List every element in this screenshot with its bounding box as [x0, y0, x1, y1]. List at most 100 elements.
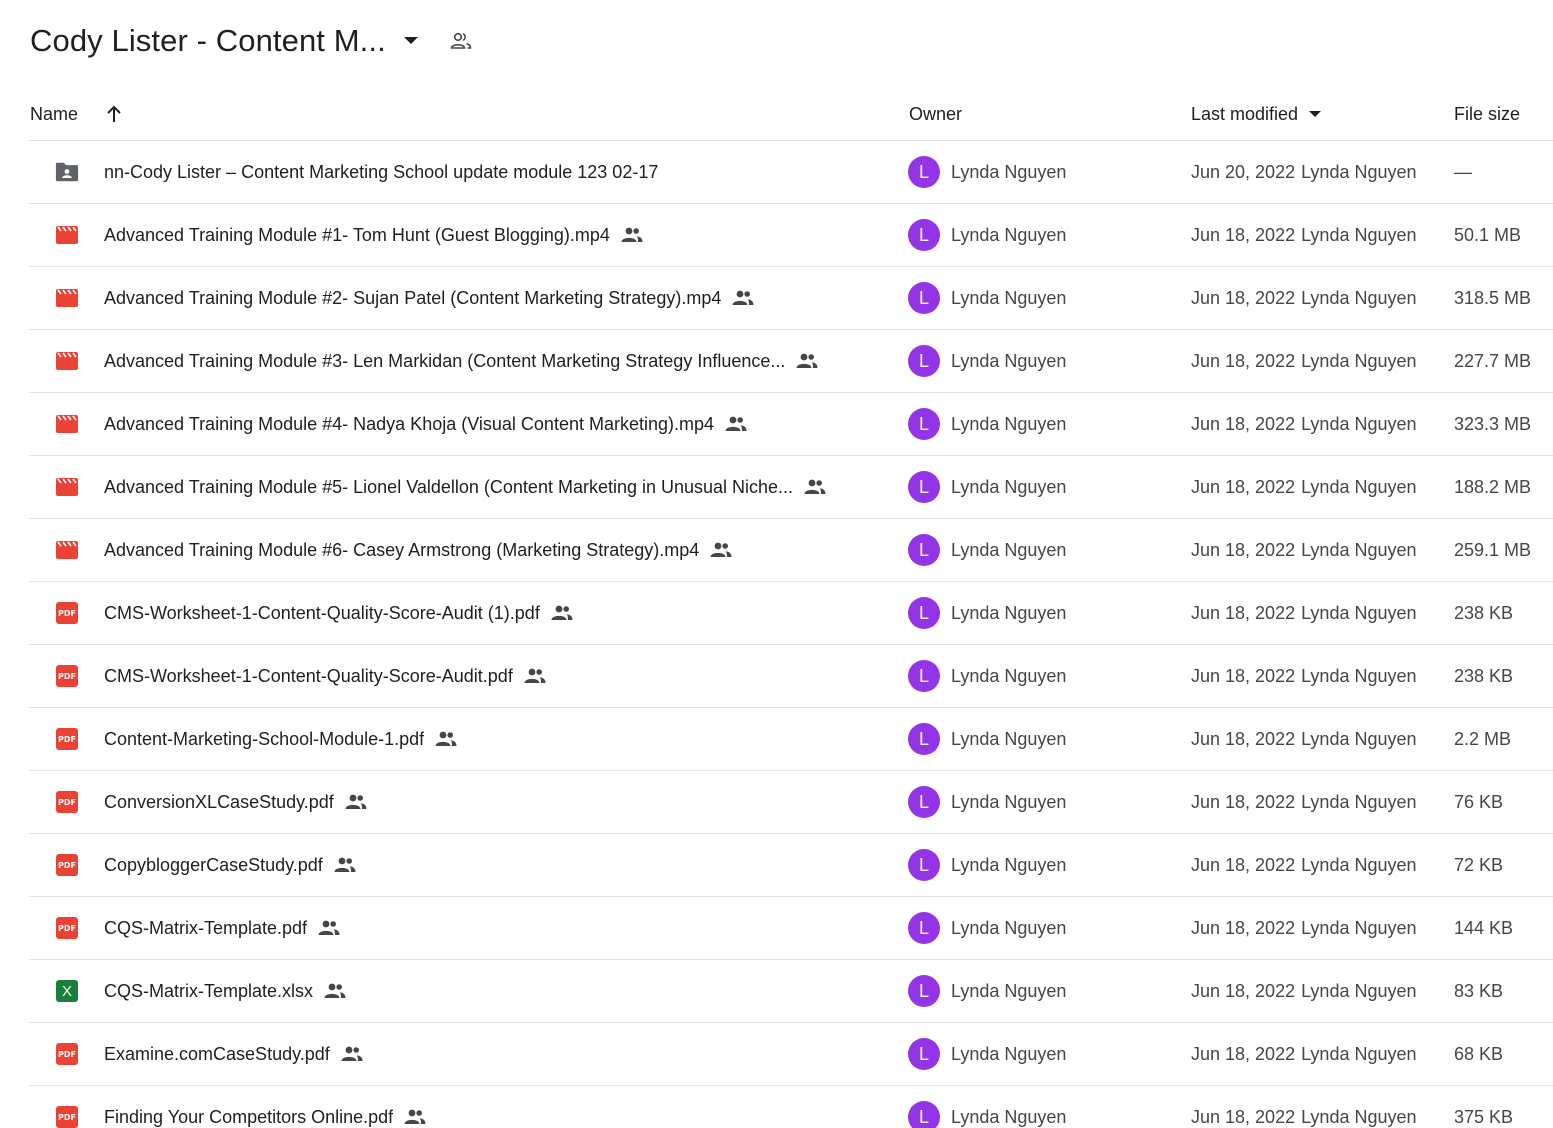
last-modified-cell: Jun 18, 2022 Lynda Nguyen: [1191, 834, 1417, 896]
file-row[interactable]: nn-Cody Lister – Content Marketing Schoo…: [29, 141, 1553, 204]
modified-date: Jun 18, 2022: [1191, 476, 1296, 497]
file-name-cell[interactable]: Examine.comCaseStudy.pdf: [104, 1023, 363, 1085]
pdf-file-icon: PDF: [55, 728, 79, 750]
avatar[interactable]: L: [908, 345, 940, 377]
spreadsheet-file-icon: X: [55, 980, 79, 1002]
file-size-cell: 238 KB: [1454, 645, 1513, 707]
avatar[interactable]: L: [908, 282, 940, 314]
owner-name: Lynda Nguyen: [951, 287, 1067, 308]
file-row[interactable]: PDF Examine.comCaseStudy.pdf L Lynda Nguyen…: [29, 1023, 1553, 1086]
pdf-label: PDF: [56, 1043, 78, 1065]
file-name-cell[interactable]: Advanced Training Module #5- Lionel Vald…: [104, 456, 826, 518]
file-name[interactable]: Advanced Training Module #5- Lionel Vald…: [104, 477, 793, 498]
file-name[interactable]: nn-Cody Lister – Content Marketing Schoo…: [104, 162, 658, 183]
file-row[interactable]: PDF Finding Your Competitors Online.pdf L L…: [29, 1086, 1553, 1128]
file-size-column-header[interactable]: File size: [1454, 96, 1520, 132]
modified-by: Lynda Nguyen: [1301, 476, 1417, 497]
modified-date: Jun 18, 2022: [1191, 665, 1296, 686]
file-name-cell[interactable]: Finding Your Competitors Online.pdf: [104, 1086, 426, 1128]
arrow-up-icon[interactable]: [106, 105, 122, 123]
file-size: 76 KB: [1454, 791, 1504, 812]
file-row[interactable]: PDF CQS-Matrix-Template.pdf L Lynda Nguyen J…: [29, 897, 1553, 960]
caret-down-icon[interactable]: [1304, 109, 1326, 119]
file-row[interactable]: Advanced Training Module #2- Sujan Patel…: [29, 267, 1553, 330]
file-row[interactable]: PDF CMS-Worksheet-1-Content-Quality-Score…: [29, 582, 1553, 645]
file-name-cell[interactable]: CQS-Matrix-Template.pdf: [104, 897, 340, 959]
avatar[interactable]: L: [908, 219, 940, 251]
video-file-icon: [55, 287, 79, 309]
file-name-cell[interactable]: CopybloggerCaseStudy.pdf: [104, 834, 356, 896]
avatar[interactable]: L: [908, 1038, 940, 1070]
file-row[interactable]: PDF CMS-Worksheet-1-Content-Quality-Score…: [29, 645, 1553, 708]
pdf-file-icon: PDF: [55, 791, 79, 813]
file-size-cell: 50.1 MB: [1454, 204, 1521, 266]
name-column-header[interactable]: Name: [30, 96, 122, 132]
file-name[interactable]: ConversionXLCaseStudy.pdf: [104, 792, 334, 813]
owner-column-header[interactable]: Owner: [909, 96, 962, 132]
file-size: 259.1 MB: [1454, 539, 1532, 560]
avatar[interactable]: L: [908, 156, 940, 188]
avatar[interactable]: L: [908, 660, 940, 692]
avatar[interactable]: L: [908, 408, 940, 440]
shared-people-icon: [725, 415, 747, 433]
shared-people-icon: [732, 289, 754, 307]
file-row[interactable]: Advanced Training Module #4- Nadya Khoja…: [29, 393, 1553, 456]
file-name[interactable]: CMS-Worksheet-1-Content-Quality-Score-Au…: [104, 666, 513, 687]
file-name[interactable]: CQS-Matrix-Template.pdf: [104, 918, 307, 939]
last-modified-column-header[interactable]: Last modified: [1191, 96, 1326, 132]
owner-name: Lynda Nguyen: [951, 413, 1067, 434]
avatar[interactable]: L: [908, 849, 940, 881]
avatar[interactable]: L: [908, 912, 940, 944]
avatar[interactable]: L: [908, 597, 940, 629]
file-name[interactable]: CQS-Matrix-Template.xlsx: [104, 981, 313, 1002]
file-name-cell[interactable]: Advanced Training Module #4- Nadya Khoja…: [104, 393, 747, 455]
last-modified-cell: Jun 18, 2022 Lynda Nguyen: [1191, 645, 1417, 707]
last-modified-cell: Jun 18, 2022 Lynda Nguyen: [1191, 897, 1417, 959]
file-name-cell[interactable]: Advanced Training Module #6- Casey Armst…: [104, 519, 732, 581]
file-name-cell[interactable]: Advanced Training Module #1- Tom Hunt (G…: [104, 204, 643, 266]
file-name-cell[interactable]: Advanced Training Module #2- Sujan Patel…: [104, 267, 754, 329]
pdf-file-icon: PDF: [55, 665, 79, 687]
file-name[interactable]: Advanced Training Module #2- Sujan Patel…: [104, 288, 721, 309]
file-name[interactable]: Finding Your Competitors Online.pdf: [104, 1107, 393, 1128]
file-list: nn-Cody Lister – Content Marketing Schoo…: [29, 140, 1553, 1128]
file-name[interactable]: Advanced Training Module #1- Tom Hunt (G…: [104, 225, 610, 246]
file-size-cell: 227.7 MB: [1454, 330, 1531, 392]
owner-cell: L Lynda Nguyen: [908, 393, 1066, 455]
file-name[interactable]: Advanced Training Module #6- Casey Armst…: [104, 540, 699, 561]
folder-title[interactable]: Cody Lister - Content M...: [30, 23, 386, 59]
avatar[interactable]: L: [908, 534, 940, 566]
modified-date: Jun 18, 2022: [1191, 980, 1296, 1001]
file-name-cell[interactable]: ConversionXLCaseStudy.pdf: [104, 771, 367, 833]
file-row[interactable]: Advanced Training Module #5- Lionel Vald…: [29, 456, 1553, 519]
file-name[interactable]: CMS-Worksheet-1-Content-Quality-Score-Au…: [104, 603, 540, 624]
file-name[interactable]: Advanced Training Module #4- Nadya Khoja…: [104, 414, 714, 435]
avatar[interactable]: L: [908, 723, 940, 755]
file-name-cell[interactable]: CMS-Worksheet-1-Content-Quality-Score-Au…: [104, 582, 573, 644]
file-name[interactable]: Examine.comCaseStudy.pdf: [104, 1044, 330, 1065]
file-name-cell[interactable]: Content-Marketing-School-Module-1.pdf: [104, 708, 457, 770]
file-row[interactable]: Advanced Training Module #3- Len Markida…: [29, 330, 1553, 393]
file-row[interactable]: Advanced Training Module #6- Casey Armst…: [29, 519, 1553, 582]
file-row[interactable]: PDF ConversionXLCaseStudy.pdf L Lynda Nguye…: [29, 771, 1553, 834]
file-name-cell[interactable]: CQS-Matrix-Template.xlsx: [104, 960, 346, 1022]
avatar[interactable]: L: [908, 786, 940, 818]
file-name-cell[interactable]: Advanced Training Module #3- Len Markida…: [104, 330, 818, 392]
file-name[interactable]: Advanced Training Module #3- Len Markida…: [104, 351, 785, 372]
modified-by: Lynda Nguyen: [1301, 665, 1417, 686]
file-name-cell[interactable]: CMS-Worksheet-1-Content-Quality-Score-Au…: [104, 645, 546, 707]
file-name[interactable]: CopybloggerCaseStudy.pdf: [104, 855, 323, 876]
chevron-down-icon[interactable]: [398, 28, 424, 54]
avatar[interactable]: L: [908, 1101, 940, 1128]
people-icon[interactable]: [448, 28, 474, 54]
file-row[interactable]: PDF Content-Marketing-School-Module-1.pdf…: [29, 708, 1553, 771]
avatar[interactable]: L: [908, 471, 940, 503]
avatar[interactable]: L: [908, 975, 940, 1007]
file-size: 83 KB: [1454, 980, 1504, 1001]
file-name-cell[interactable]: nn-Cody Lister – Content Marketing Schoo…: [104, 141, 658, 203]
file-row[interactable]: Advanced Training Module #1- Tom Hunt (G…: [29, 204, 1553, 267]
pdf-label: PDF: [56, 791, 78, 813]
file-name[interactable]: Content-Marketing-School-Module-1.pdf: [104, 729, 424, 750]
file-row[interactable]: X CQS-Matrix-Template.xlsx L Lynda Nguyen Ju…: [29, 960, 1553, 1023]
file-row[interactable]: PDF CopybloggerCaseStudy.pdf L Lynda Nguyen…: [29, 834, 1553, 897]
